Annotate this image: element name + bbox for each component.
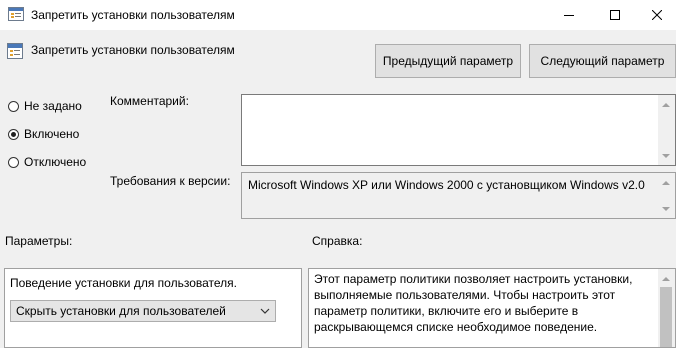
radio-indicator xyxy=(8,156,19,168)
help-header: Справка: xyxy=(312,234,363,248)
help-line: параметр политики, включите его и выбери… xyxy=(314,304,579,318)
behavior-selected: Скрыть установки для пользователей xyxy=(16,304,226,318)
maximize-icon xyxy=(610,10,620,20)
requirements-value: Microsoft Windows XP или Windows 2000 с … xyxy=(248,178,645,192)
policy-setting-icon xyxy=(7,43,23,59)
scroll-up-icon[interactable] xyxy=(662,181,670,185)
scroll-down-icon[interactable] xyxy=(662,207,670,211)
radio-label: Отключено xyxy=(24,155,87,169)
close-button[interactable] xyxy=(638,0,676,30)
scroll-thumb[interactable] xyxy=(660,287,672,347)
requirements-box: Microsoft Windows XP или Windows 2000 с … xyxy=(241,172,676,219)
scroll-up-icon[interactable] xyxy=(662,277,670,281)
radio-disabled[interactable]: Отключено xyxy=(8,155,86,169)
behavior-label: Поведение установки для пользователя. xyxy=(10,276,237,290)
comment-scrollbar[interactable] xyxy=(658,95,675,165)
radio-indicator xyxy=(8,100,19,112)
help-text: Этот параметр политики позволяет настрои… xyxy=(314,271,654,335)
radio-not-configured[interactable]: Не задано xyxy=(8,99,82,113)
maximize-button[interactable] xyxy=(592,0,638,30)
radio-indicator xyxy=(8,128,19,140)
radio-label: Включено xyxy=(24,127,80,141)
scroll-down-icon[interactable] xyxy=(662,154,670,158)
behavior-dropdown[interactable]: Скрыть установки для пользователей xyxy=(10,300,276,322)
minimize-icon xyxy=(564,15,574,16)
chevron-down-icon xyxy=(260,308,270,314)
help-scrollbar[interactable] xyxy=(658,269,675,347)
close-icon xyxy=(652,10,662,20)
minimize-button[interactable] xyxy=(546,0,592,30)
comment-label: Комментарий: xyxy=(110,94,189,108)
policy-window-icon xyxy=(8,7,24,21)
help-line: Этот параметр политики позволяет настрои… xyxy=(314,272,633,286)
previous-setting-button[interactable]: Предыдущий параметр xyxy=(375,44,521,78)
requirements-scrollbar[interactable] xyxy=(658,173,675,218)
window-title: Запретить установки пользователям xyxy=(31,8,235,22)
scroll-up-icon[interactable] xyxy=(662,103,670,107)
radio-enabled[interactable]: Включено xyxy=(8,127,79,141)
next-setting-button[interactable]: Следующий параметр xyxy=(529,44,676,78)
policy-title: Запретить установки пользователям xyxy=(31,43,235,57)
requirements-label: Требования к версии: xyxy=(110,174,231,188)
options-panel: Поведение установки для пользователя. Ск… xyxy=(4,268,302,348)
options-header: Параметры: xyxy=(5,234,73,248)
comment-textarea[interactable] xyxy=(241,94,676,166)
radio-label: Не задано xyxy=(24,99,82,113)
help-panel: Этот параметр политики позволяет настрои… xyxy=(308,268,676,348)
help-line: выполняемые пользователями. Чтобы настро… xyxy=(314,288,616,302)
title-bar: Запретить установки пользователям xyxy=(0,0,676,30)
help-line: раскрывающемся списке необходимое поведе… xyxy=(314,320,598,334)
